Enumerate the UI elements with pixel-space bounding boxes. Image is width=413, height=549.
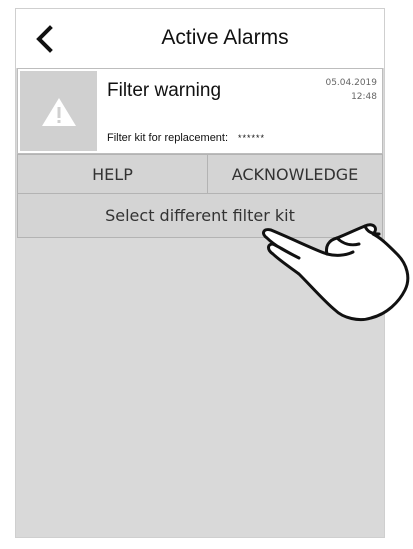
help-button[interactable]: HELP	[17, 154, 208, 194]
alarm-title: Filter warning	[107, 80, 222, 101]
back-button[interactable]	[30, 23, 62, 55]
alarm-timestamp: 05.04.2019 12:48	[325, 76, 377, 104]
action-row: HELP ACKNOWLEDGE	[17, 154, 383, 194]
header: Active Alarms	[16, 9, 384, 68]
page-title: Active Alarms	[161, 26, 289, 49]
alarm-detail: Filter kit for replacement: ******	[107, 132, 265, 144]
acknowledge-button[interactable]: ACKNOWLEDGE	[208, 154, 383, 194]
alarm-time: 12:48	[351, 92, 377, 102]
alarm-detail-value: ******	[238, 133, 266, 143]
warning-triangle-icon	[42, 98, 76, 126]
chevron-left-icon	[36, 25, 53, 53]
alarm-icon-box	[20, 71, 97, 151]
alarm-detail-label: Filter kit for replacement:	[107, 132, 229, 144]
alarm-date: 05.04.2019	[325, 78, 377, 88]
alarm-card[interactable]: Filter warning 05.04.2019 12:48 Filter k…	[17, 68, 383, 154]
pointing-hand-icon	[262, 223, 410, 322]
